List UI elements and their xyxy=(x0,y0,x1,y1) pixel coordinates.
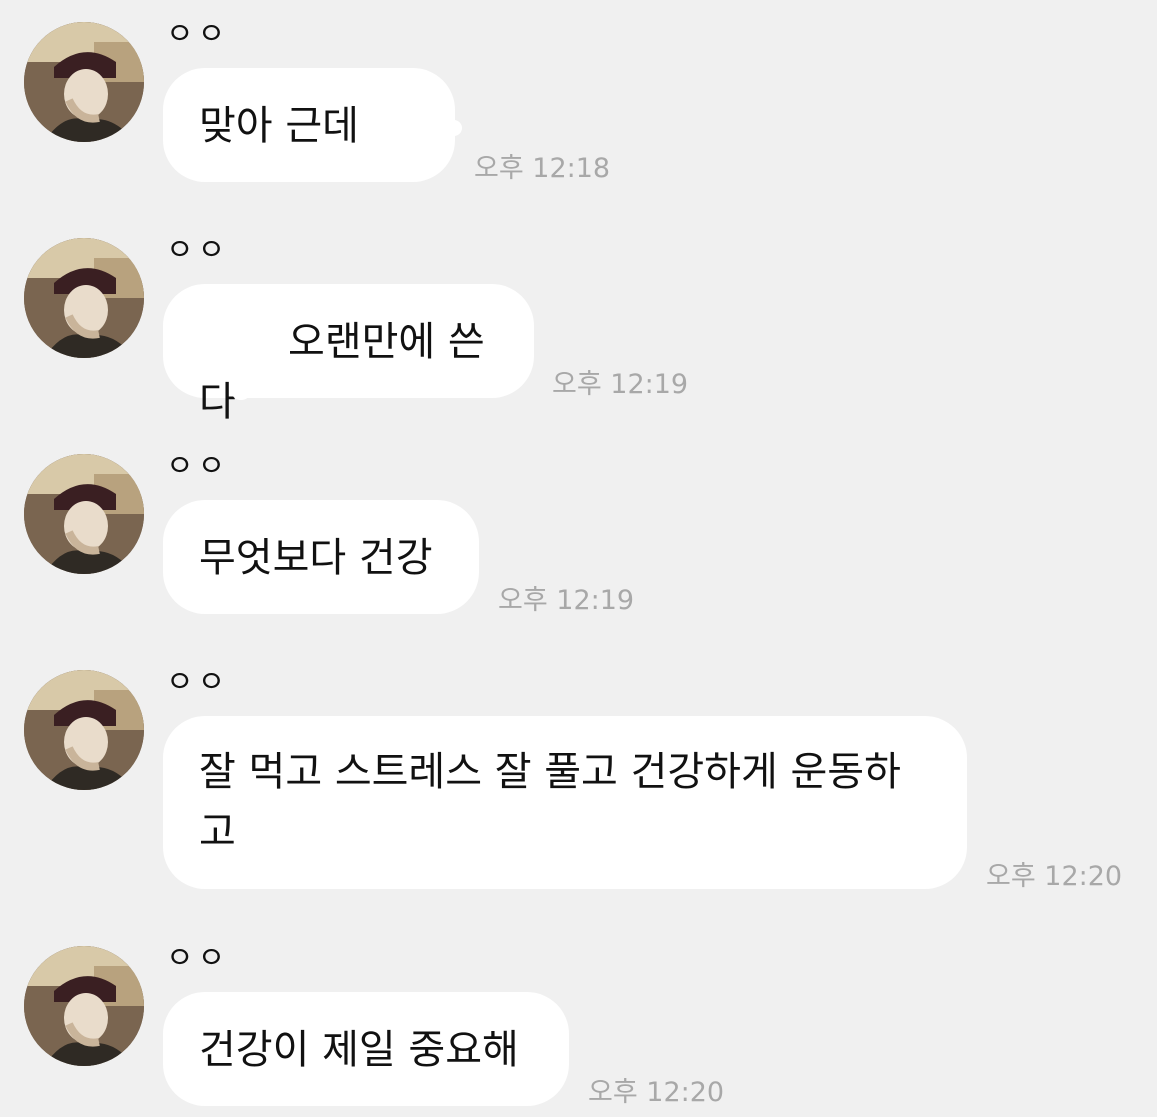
avatar-photo xyxy=(24,454,144,574)
avatar[interactable] xyxy=(24,670,144,790)
avatar[interactable] xyxy=(24,946,144,1066)
avatar[interactable] xyxy=(24,454,144,574)
message-bubble[interactable]: 맞아 근데 xyxy=(163,68,455,182)
message-timestamp: 오후 12:20 xyxy=(986,861,1123,892)
avatar-photo xyxy=(24,946,144,1066)
avatar[interactable] xyxy=(24,238,144,358)
message-bubble[interactable]: 잘 먹고 스트레스 잘 풀고 건강하게 운동하 고 xyxy=(163,716,967,889)
sender-name: ㅇㅇ xyxy=(166,665,230,700)
message-timestamp: 오후 12:19 xyxy=(552,369,689,400)
sender-name: ㅇㅇ xyxy=(166,17,230,52)
avatar-photo xyxy=(24,238,144,358)
message-timestamp: 오후 12:18 xyxy=(474,153,611,184)
message-bubble[interactable]: 무엇보다 건강 xyxy=(163,500,479,614)
message-bubble[interactable]: 오랜만에 쓴다 xyxy=(163,284,534,425)
avatar-photo xyxy=(24,22,144,142)
bubble-tail xyxy=(232,386,250,400)
bubble-tail xyxy=(446,120,462,136)
avatar[interactable] xyxy=(24,22,144,142)
sender-name: ㅇㅇ xyxy=(166,941,230,976)
message-timestamp: 오후 12:20 xyxy=(588,1077,725,1108)
sender-name: ㅇㅇ xyxy=(166,449,230,484)
message-timestamp: 오후 12:19 xyxy=(498,585,635,616)
message-bubble[interactable]: 건강이 제일 중요해 xyxy=(163,992,569,1106)
sender-name: ㅇㅇ xyxy=(166,233,230,268)
avatar-photo xyxy=(24,670,144,790)
